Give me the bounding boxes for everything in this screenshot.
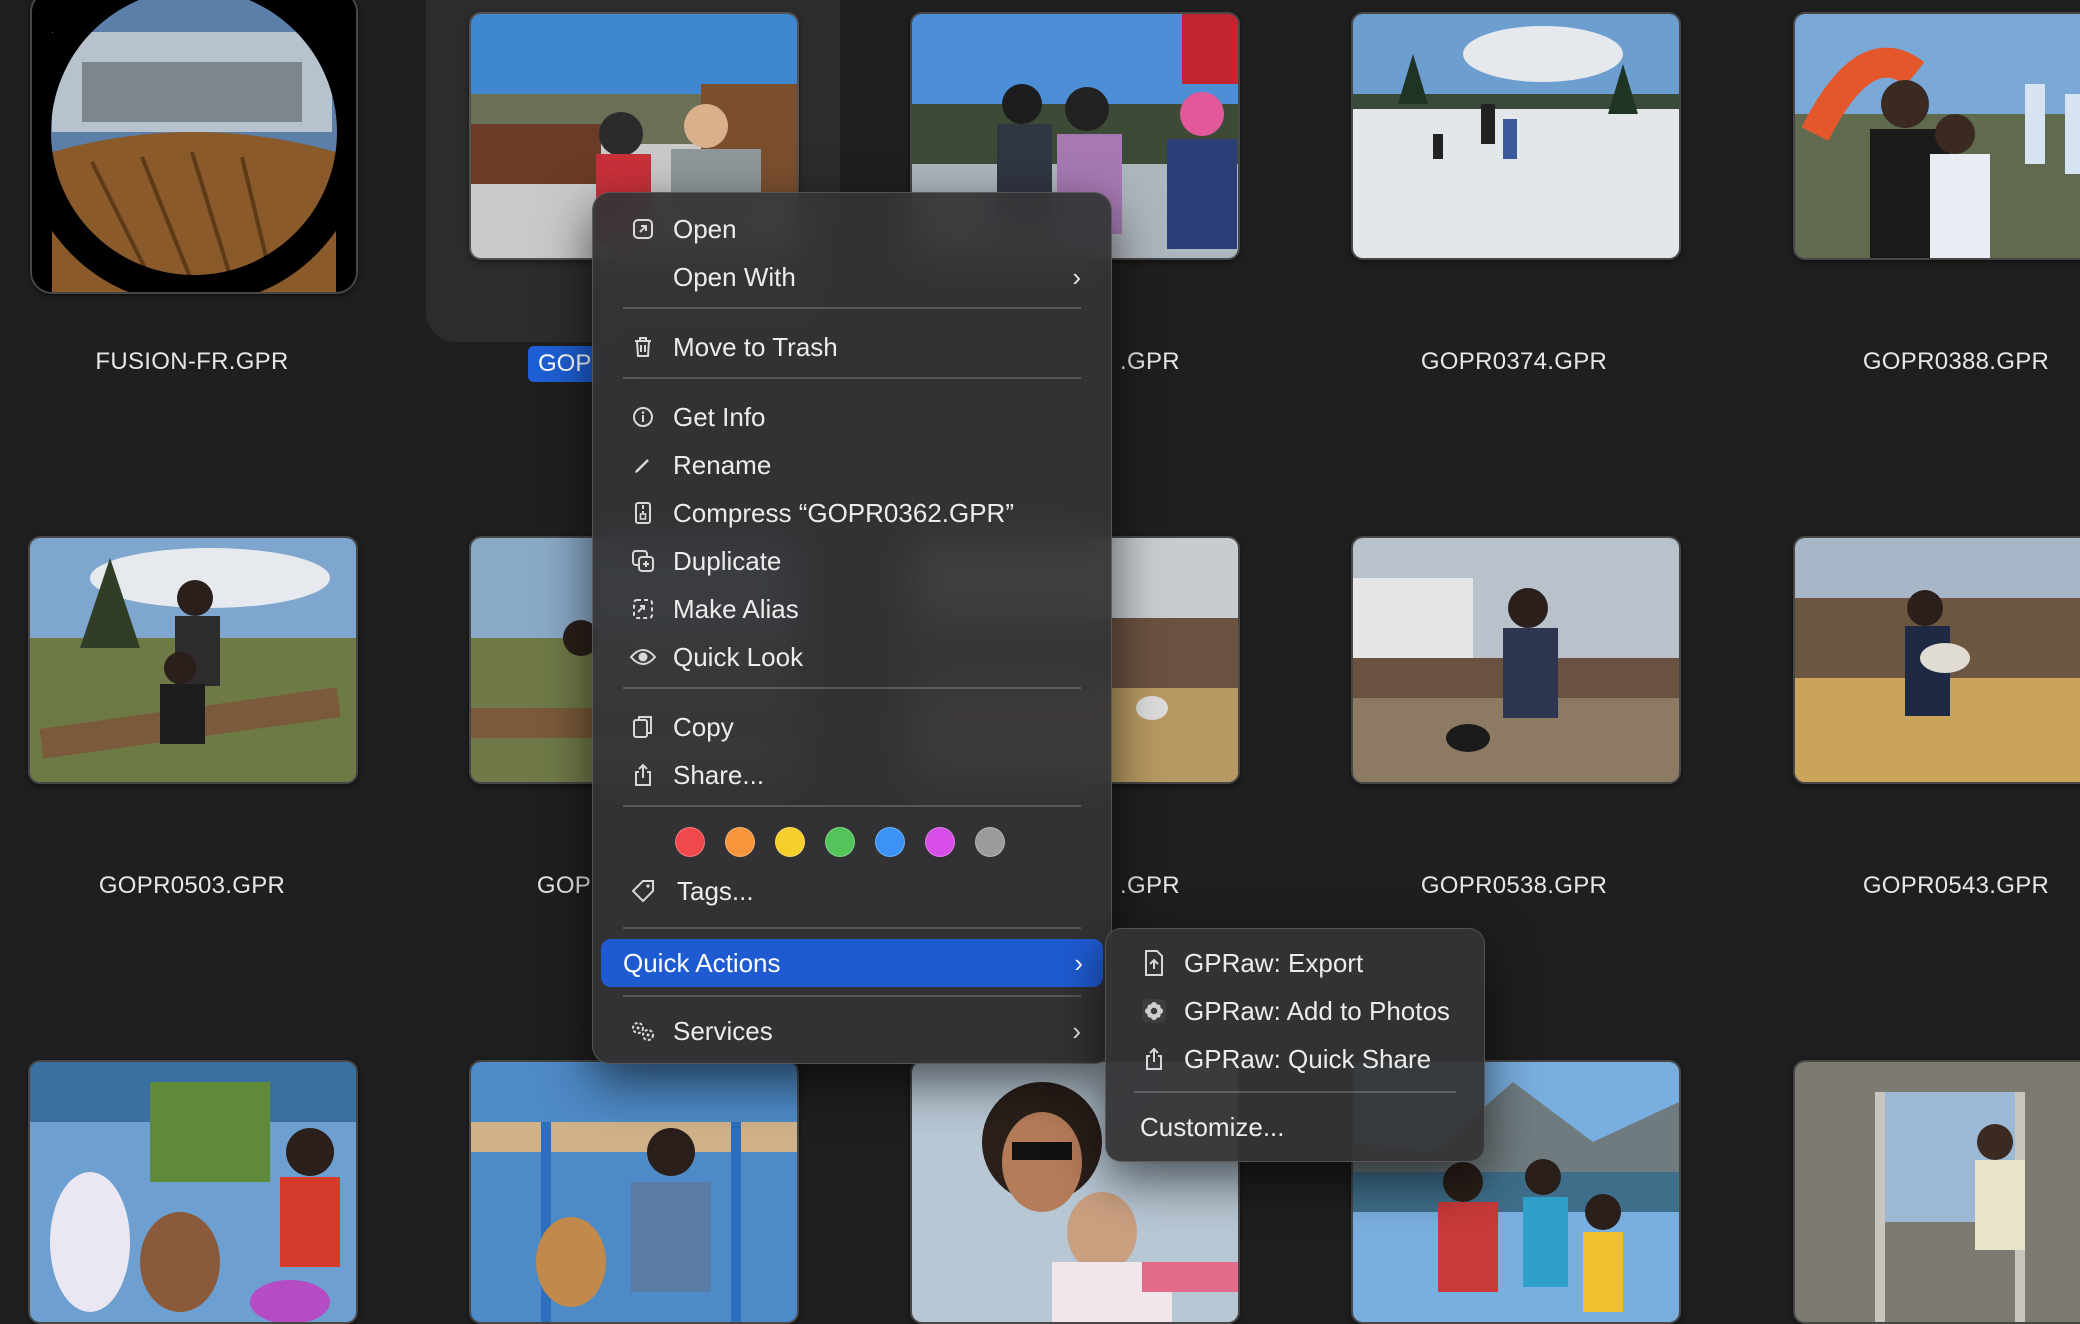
file-label[interactable]: GOPR0388.GPR	[1736, 348, 2080, 376]
submenu-item-label: GPRaw: Export	[1184, 947, 1364, 978]
submenu-item-label: Customize...	[1140, 1111, 1285, 1142]
tag-color-dot[interactable]	[725, 827, 755, 857]
open-icon	[623, 218, 663, 240]
duplicate-icon	[623, 549, 663, 573]
menu-item-share[interactable]: Share...	[603, 753, 1101, 797]
copy-icon	[623, 714, 663, 740]
menu-item-label: Services	[673, 1015, 773, 1046]
menu-item-label: Tags...	[677, 875, 754, 906]
submenu-item-gpraw-export[interactable]: GPRaw: Export	[1116, 941, 1474, 985]
file-label[interactable]: GOPR0543.GPR	[1736, 872, 2080, 900]
file-label[interactable]: FUSION-FR.GPR	[0, 348, 412, 376]
menu-item-rename[interactable]: Rename	[603, 443, 1101, 487]
menu-item-label: Get Info	[673, 401, 766, 432]
thumbnail-gopr0503[interactable]	[28, 536, 358, 784]
menu-item-label: Copy	[673, 711, 734, 742]
tag-color-dot[interactable]	[825, 827, 855, 857]
menu-item-duplicate[interactable]: Duplicate	[603, 539, 1101, 583]
tag-color-dot[interactable]	[975, 827, 1005, 857]
menu-item-get-info[interactable]: Get Info	[603, 395, 1101, 439]
menu-item-make-alias[interactable]: Make Alias	[603, 587, 1101, 631]
thumbnail-gopr0538[interactable]	[1351, 536, 1681, 784]
share-icon	[1134, 1046, 1174, 1072]
selected-file-label[interactable]: GOP	[528, 346, 602, 382]
chevron-right-icon: ›	[1074, 947, 1083, 978]
submenu-item-gpraw-quick-share[interactable]: GPRaw: Quick Share	[1116, 1037, 1474, 1081]
eye-icon	[623, 647, 663, 667]
thumbnail-carousel-2[interactable]	[469, 1060, 799, 1324]
thumbnail-gopr0543[interactable]	[1793, 536, 2080, 784]
thumbnail-fusion-fr[interactable]	[30, 0, 358, 294]
menu-item-label: Compress “GOPR0362.GPR”	[673, 497, 1014, 528]
file-label[interactable]: GOPR0374.GPR	[1294, 348, 1734, 376]
thumbnail-gopr0388[interactable]	[1793, 12, 2080, 260]
share-icon	[623, 762, 663, 788]
menu-item-move-to-trash[interactable]: Move to Trash	[603, 325, 1101, 369]
gears-icon	[623, 1019, 663, 1043]
menu-item-label: Open	[673, 213, 737, 244]
menu-item-label: Duplicate	[673, 545, 782, 576]
menu-item-label: Quick Look	[673, 641, 804, 672]
submenu-item-label: GPRaw: Quick Share	[1184, 1043, 1432, 1074]
menu-item-copy[interactable]: Copy	[603, 705, 1101, 749]
photos-icon	[1134, 998, 1174, 1024]
menu-item-quick-look[interactable]: Quick Look	[603, 635, 1101, 679]
menu-item-label: Move to Trash	[673, 331, 838, 362]
tag-color-dot[interactable]	[775, 827, 805, 857]
tag-color-row	[675, 827, 1005, 857]
menu-item-open-with[interactable]: Open With ›	[603, 255, 1101, 299]
menu-item-label: Quick Actions	[623, 947, 781, 978]
menu-item-compress[interactable]: Compress “GOPR0362.GPR”	[603, 491, 1101, 535]
thumbnail-gopr0374[interactable]	[1351, 12, 1681, 260]
thumbnail-stone-house[interactable]	[1793, 1060, 2080, 1324]
menu-item-quick-actions[interactable]: Quick Actions ›	[601, 939, 1103, 987]
pencil-icon	[623, 454, 663, 476]
alias-icon	[623, 598, 663, 620]
file-label[interactable]: GOPR0538.GPR	[1294, 872, 1734, 900]
context-menu: Open Open With › Move to Trash Get Info …	[592, 192, 1112, 1064]
thumbnail-carousel-1[interactable]	[28, 1060, 358, 1324]
menu-item-label: Rename	[673, 449, 772, 480]
menu-item-open[interactable]: Open	[603, 207, 1101, 251]
quick-actions-submenu: GPRaw: Export GPRaw: Add to Photos GPRaw…	[1105, 928, 1485, 1162]
tag-color-dot[interactable]	[675, 827, 705, 857]
chevron-right-icon: ›	[1072, 261, 1081, 292]
menu-item-label: Open With	[673, 261, 796, 292]
info-icon	[623, 406, 663, 428]
archive-icon	[623, 501, 663, 525]
submenu-item-gpraw-add-to-photos[interactable]: GPRaw: Add to Photos	[1116, 989, 1474, 1033]
export-document-icon	[1134, 949, 1174, 977]
menu-item-tags[interactable]: Tags...	[603, 869, 1101, 913]
menu-item-label: Share...	[673, 759, 765, 790]
menu-item-services[interactable]: Services ›	[603, 1009, 1101, 1053]
submenu-item-customize[interactable]: Customize...	[1116, 1105, 1474, 1149]
tag-icon	[623, 878, 663, 904]
chevron-right-icon: ›	[1072, 1015, 1081, 1046]
menu-item-label: Make Alias	[673, 593, 799, 624]
trash-icon	[623, 335, 663, 359]
tag-color-dot[interactable]	[875, 827, 905, 857]
tag-color-dot[interactable]	[925, 827, 955, 857]
submenu-item-label: GPRaw: Add to Photos	[1184, 995, 1450, 1026]
